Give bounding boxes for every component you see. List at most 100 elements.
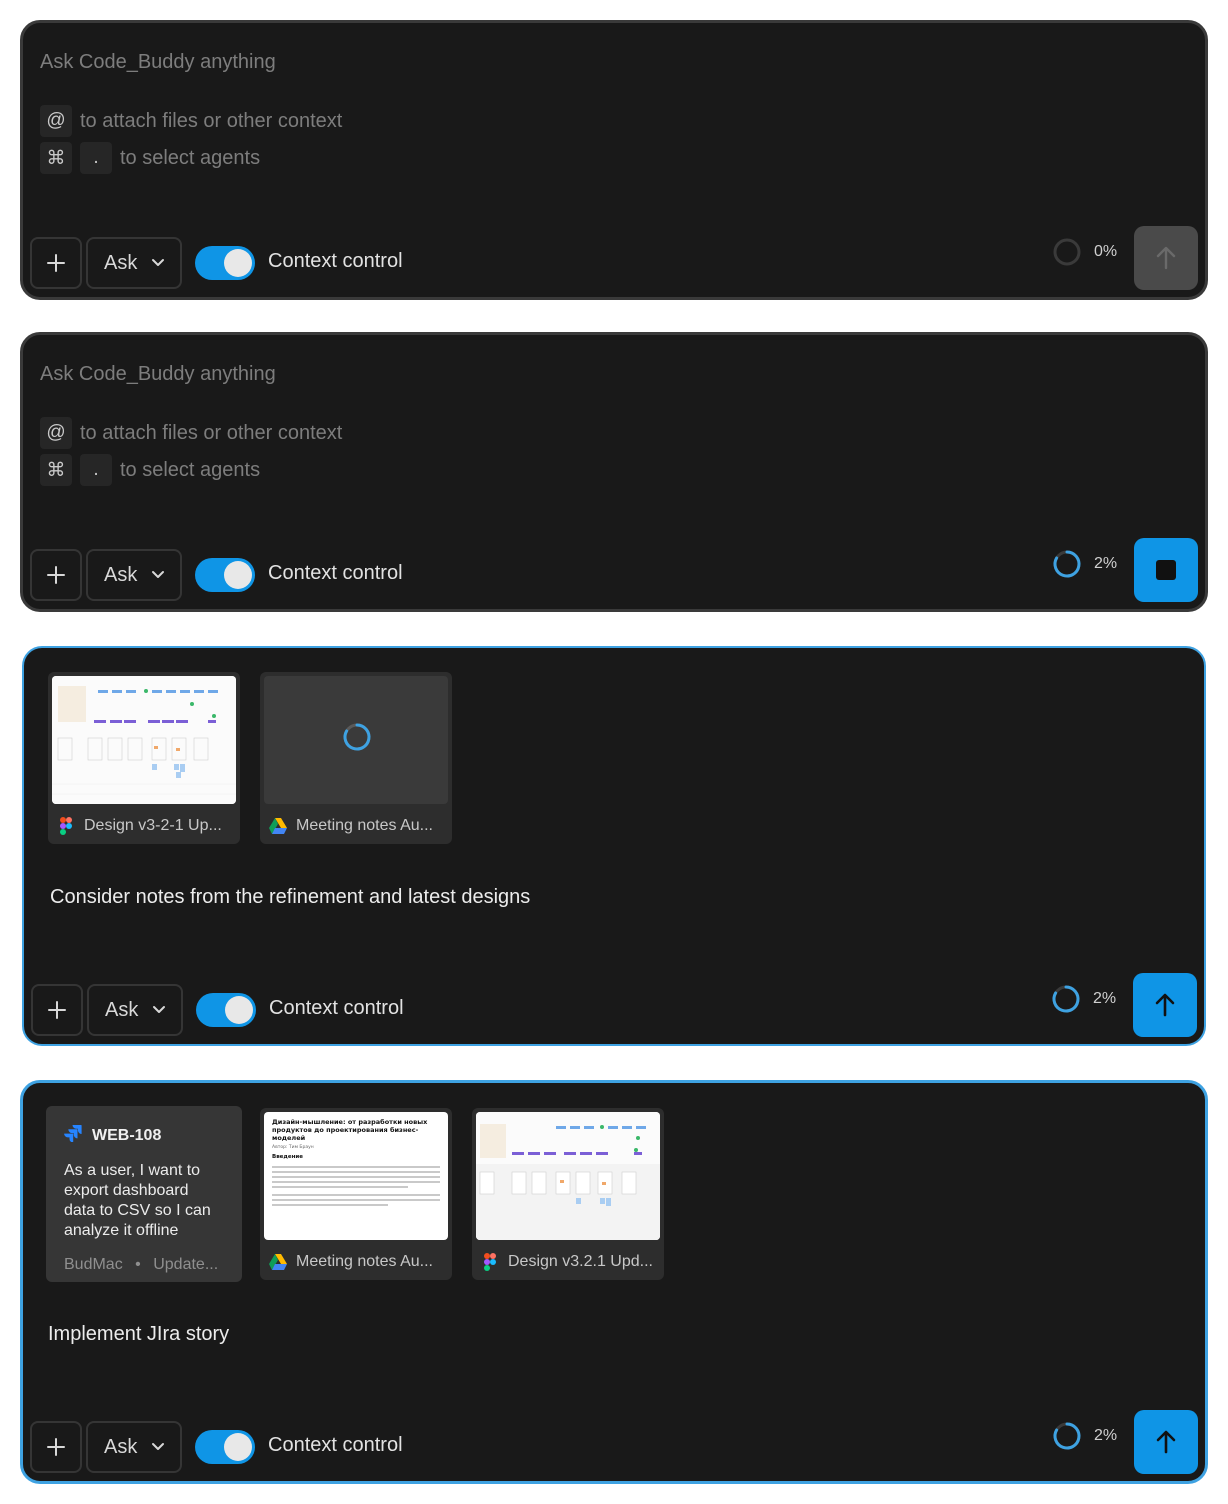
chat-input-placeholder[interactable]: Ask Code_Buddy anything — [40, 51, 276, 74]
jira-issue-card[interactable]: WEB-108 As a user, I want to export dash… — [46, 1106, 242, 1282]
attachment-label: Design v3-2-1 Up... — [84, 817, 222, 834]
attachment-card-gdrive-loading[interactable]: Meeting notes Au... — [260, 672, 452, 844]
attachment-label: Meeting notes Au... — [296, 817, 433, 834]
doc-text-line — [272, 1181, 440, 1183]
jira-project: BudMac — [64, 1256, 123, 1273]
agents-hint: ⌘ . to select agents — [40, 454, 260, 486]
attachment-card-figma[interactable]: Design v3-2-1 Up... — [48, 672, 240, 844]
progress-ring-icon — [1052, 985, 1080, 1013]
context-control-toggle[interactable] — [195, 1430, 255, 1464]
period-key-badge: . — [80, 142, 112, 174]
chevron-down-icon — [152, 571, 165, 578]
command-key-badge: ⌘ — [40, 142, 72, 174]
context-control-label: Context control — [269, 997, 404, 1019]
doc-heading: Введение — [272, 1154, 303, 1160]
chat-input-panel-idle[interactable]: Ask Code_Buddy anything @ to attach file… — [20, 20, 1208, 300]
input-toolbar: Ask Context control 0% — [30, 226, 1198, 290]
jira-status: Update... — [153, 1256, 219, 1273]
gdrive-thumbnail-loading — [264, 676, 448, 804]
attach-hint-text: to attach files or other context — [80, 109, 343, 132]
context-control-label: Context control — [268, 1434, 403, 1456]
arrow-up-icon — [1155, 993, 1175, 1017]
context-control-label: Context control — [268, 562, 403, 584]
mode-select[interactable]: Ask — [86, 237, 182, 289]
attachment-card-figma[interactable]: Design v3.2.1 Upd... — [472, 1108, 664, 1280]
attachment-caption: Meeting notes Au... — [268, 1252, 444, 1272]
chevron-down-icon — [152, 259, 165, 266]
mode-select[interactable]: Ask — [87, 984, 183, 1036]
input-toolbar: Ask Context control 2% — [31, 973, 1197, 1037]
message-text[interactable]: Implement JIra story — [48, 1323, 229, 1346]
doc-text-line — [272, 1204, 388, 1206]
figma-icon — [480, 1252, 500, 1272]
doc-text-line — [272, 1186, 408, 1188]
plus-icon — [47, 566, 65, 584]
toggle-knob — [224, 249, 252, 277]
at-key-badge: @ — [40, 417, 72, 449]
context-usage-indicator: 2% — [1052, 548, 1118, 580]
arrow-up-icon — [1156, 246, 1176, 270]
chat-input-panel-jira[interactable]: WEB-108 As a user, I want to export dash… — [20, 1080, 1208, 1484]
jira-issue-summary: As a user, I want to export dashboard da… — [64, 1162, 211, 1239]
figma-icon — [56, 816, 76, 836]
input-toolbar: Ask Context control 2% — [30, 1410, 1198, 1474]
attachment-label: Meeting notes Au... — [296, 1253, 433, 1270]
attachment-caption: Meeting notes Au... — [268, 816, 444, 836]
google-drive-icon — [268, 816, 288, 836]
doc-title: Дизайн-мышление: от разработки новых про… — [272, 1118, 428, 1142]
doc-text-line — [272, 1171, 440, 1173]
period-key-badge: . — [80, 454, 112, 486]
jira-icon — [64, 1124, 82, 1147]
jira-issue-meta: BudMac • Update... — [64, 1256, 218, 1274]
toggle-knob — [224, 561, 252, 589]
context-usage-percent: 0% — [1094, 243, 1118, 260]
progress-ring-icon — [1053, 238, 1081, 266]
context-usage-indicator: 2% — [1052, 1420, 1118, 1452]
add-context-button[interactable] — [30, 549, 82, 601]
context-usage-percent: 2% — [1093, 990, 1117, 1007]
message-text[interactable]: Consider notes from the refinement and l… — [50, 886, 530, 909]
mode-select[interactable]: Ask — [86, 1421, 182, 1473]
agents-hint-text: to select agents — [120, 458, 261, 481]
add-context-button[interactable] — [31, 984, 83, 1036]
context-control-toggle[interactable] — [196, 993, 256, 1027]
attach-hint: @ to attach files or other context — [40, 105, 342, 137]
chevron-down-icon — [153, 1006, 166, 1013]
attach-hint-text: to attach files or other context — [80, 421, 343, 444]
agents-hint: ⌘ . to select agents — [40, 142, 260, 174]
gdrive-doc-thumbnail: Дизайн-мышление: от разработки новых про… — [264, 1112, 448, 1240]
mode-label: Ask — [105, 998, 139, 1021]
chat-input-panel-generating[interactable]: Ask Code_Buddy anything @ to attach file… — [20, 332, 1208, 612]
at-key-badge: @ — [40, 105, 72, 137]
plus-icon — [47, 254, 65, 272]
command-key-badge: ⌘ — [40, 454, 72, 486]
chat-input-panel-attachments[interactable]: Design v3-2-1 Up... Meeting notes Au... … — [22, 646, 1206, 1046]
context-usage-indicator: 2% — [1051, 983, 1117, 1015]
jira-issue-key: WEB-108 — [92, 1126, 162, 1144]
mode-label: Ask — [104, 251, 138, 274]
context-usage-percent: 2% — [1094, 555, 1118, 572]
design-preview-image — [52, 676, 236, 804]
mode-select[interactable]: Ask — [86, 549, 182, 601]
add-context-button[interactable] — [30, 1421, 82, 1473]
doc-text-line — [272, 1166, 440, 1168]
toggle-knob — [225, 996, 253, 1024]
stop-button[interactable] — [1134, 538, 1198, 602]
plus-icon — [48, 1001, 66, 1019]
context-control-toggle[interactable] — [195, 558, 255, 592]
loading-spinner-icon — [343, 723, 371, 751]
context-usage-percent: 2% — [1094, 1427, 1118, 1444]
context-control-toggle[interactable] — [195, 246, 255, 280]
doc-author: Автор: Тим Браун — [272, 1145, 314, 1150]
chat-input-placeholder[interactable]: Ask Code_Buddy anything — [40, 363, 276, 386]
input-toolbar: Ask Context control 2% — [30, 538, 1198, 602]
agents-hint-text: to select agents — [120, 146, 261, 169]
attachment-card-gdrive[interactable]: Дизайн-мышление: от разработки новых про… — [260, 1108, 452, 1280]
context-control-label: Context control — [268, 250, 403, 272]
send-button[interactable] — [1133, 973, 1197, 1037]
send-button[interactable] — [1134, 226, 1198, 290]
mode-label: Ask — [104, 1435, 138, 1458]
doc-text-line — [272, 1199, 440, 1201]
send-button[interactable] — [1134, 1410, 1198, 1474]
add-context-button[interactable] — [30, 237, 82, 289]
